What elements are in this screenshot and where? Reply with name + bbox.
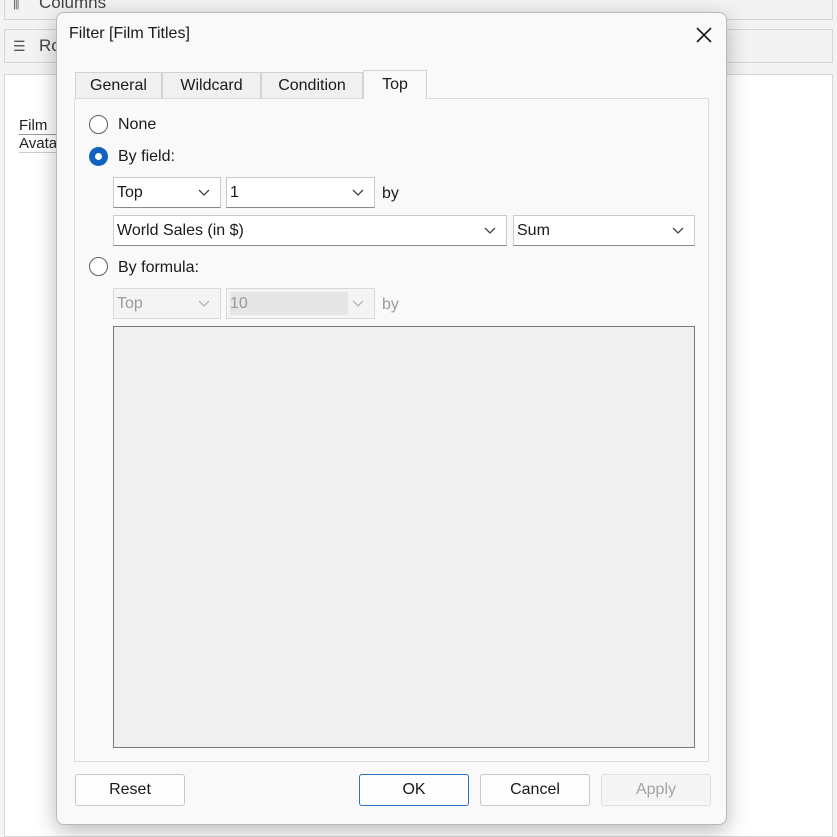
tab-wildcard[interactable]: Wildcard <box>162 72 261 98</box>
apply-button: Apply <box>601 774 711 806</box>
by-formula-by-label: by <box>382 296 399 313</box>
tab-top[interactable]: Top <box>363 70 427 99</box>
ok-button[interactable]: OK <box>359 774 469 806</box>
by-formula-radio[interactable] <box>89 257 108 276</box>
close-icon <box>696 27 712 43</box>
none-radio[interactable] <box>89 115 108 134</box>
field-select-value: World Sales (in $) <box>117 221 244 239</box>
by-field-direction-select[interactable]: Top <box>113 177 221 208</box>
close-button[interactable] <box>690 22 718 48</box>
chevron-down-icon <box>668 227 688 235</box>
by-formula-direction-select: Top <box>113 288 221 319</box>
by-formula-direction-value: Top <box>117 294 143 312</box>
by-field-direction-value: Top <box>117 183 143 201</box>
chevron-down-icon <box>194 189 214 197</box>
by-field-by-label: by <box>382 185 399 202</box>
by-formula-count-value: 10 <box>230 294 248 312</box>
chevron-down-icon <box>348 300 368 308</box>
cancel-button[interactable]: Cancel <box>480 774 590 806</box>
columns-icon: ⫼ <box>13 0 20 11</box>
reset-button[interactable]: Reset <box>75 774 185 806</box>
chevron-down-icon <box>480 227 500 235</box>
chevron-down-icon <box>194 300 214 308</box>
by-field-count-value: 1 <box>230 183 239 201</box>
aggregation-select-value: Sum <box>517 221 550 239</box>
by-field-label: By field: <box>118 148 175 165</box>
chevron-down-icon <box>348 189 368 197</box>
top-tab-panel: None By field: Top 1 by World Sales (in … <box>74 98 709 762</box>
field-select[interactable]: World Sales (in $) <box>113 215 507 246</box>
by-formula-count-select: 10 <box>226 288 375 319</box>
tab-condition[interactable]: Condition <box>261 72 363 98</box>
tab-general[interactable]: General <box>75 72 162 98</box>
by-formula-label: By formula: <box>118 259 199 276</box>
rows-icon: ☰ <box>13 37 26 54</box>
none-label: None <box>118 116 157 133</box>
by-field-count-select[interactable]: 1 <box>226 177 375 208</box>
aggregation-select[interactable]: Sum <box>513 215 695 246</box>
dialog-title: Filter [Film Titles] <box>69 25 190 42</box>
by-field-radio[interactable] <box>89 147 108 166</box>
filter-dialog: Filter [Film Titles] General Wildcard Co… <box>56 12 727 825</box>
formula-editor <box>113 326 695 748</box>
